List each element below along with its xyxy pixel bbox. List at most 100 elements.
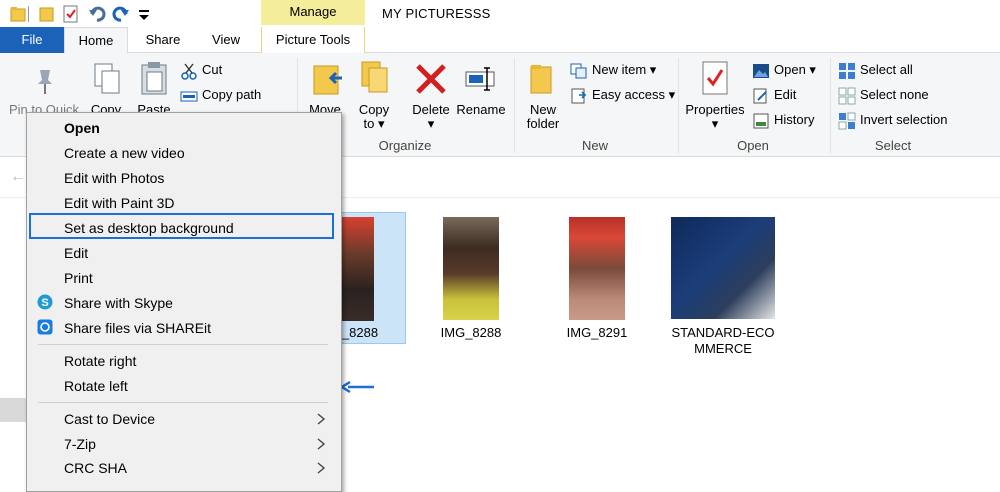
invert-selection-label: Invert selection [860,112,948,127]
select-none-label: Select none [860,87,929,102]
select-none-icon [838,87,856,105]
cut-label: Cut [202,62,223,77]
new-group-label: New [581,138,608,153]
menu-item-share-files-via-shareit[interactable]: Share files via SHAREit [64,317,211,339]
menu-item-edit-with-paint-3d[interactable]: Edit with Paint 3D [64,192,175,214]
delete-x-icon[interactable] [414,62,448,96]
open-group-label: Open [737,138,769,153]
menu-item-rotate-left[interactable]: Rotate left [64,375,128,397]
menu-separator [38,402,328,403]
menu-item-print[interactable]: Print [64,267,93,289]
easy-access-label: Easy access [592,87,665,102]
manage-contextual-tab[interactable]: Manage [261,0,365,25]
select-all-button[interactable]: Select all [838,60,913,80]
easy-access-button[interactable]: Easy access ▾ [570,85,675,105]
file-name-label-line-1: STANDARD-ECO [671,325,775,340]
properties-check-icon[interactable] [62,5,80,23]
edit-button[interactable]: Edit [752,85,796,105]
annotation-arrow-icon [340,380,374,394]
delete-button[interactable]: Delete [408,102,454,117]
menu-item-set-as-desktop-background[interactable]: Set as desktop background [64,217,234,239]
select-none-button[interactable]: Select none [838,85,929,105]
copy-path-icon [180,91,198,102]
file-name-label: IMG_8288 [440,325,502,340]
menu-separator [38,344,328,345]
tab-view[interactable]: View [198,27,254,53]
paste-icon[interactable] [138,60,170,96]
file-thumbnail[interactable] [671,217,775,319]
qat-divider [28,6,29,22]
properties-icon[interactable] [700,60,730,96]
new-item-label: New item [592,62,647,77]
history-button[interactable]: History [752,110,814,130]
select-all-label: Select all [860,62,913,77]
cut-button[interactable]: Cut [180,60,222,80]
invert-selection-button[interactable]: Invert selection [838,110,947,130]
menu-item-create-new-video[interactable]: Create a new video [64,142,185,164]
open-image-icon [753,63,769,78]
copy-to-label-2-text: to [363,116,375,131]
select-all-icon [839,62,855,79]
menu-item-crc-sha[interactable]: CRC SHA [64,457,127,479]
history-label: History [774,112,815,127]
organize-group-label: Organize [378,138,432,153]
chevron-right-icon [317,438,326,450]
copy-path-button[interactable]: Copy path [180,85,261,105]
pin-icon[interactable] [30,66,60,96]
menu-item-rotate-right[interactable]: Rotate right [64,350,136,372]
back-arrow-icon[interactable]: ← [10,168,26,186]
delete-dropdown-chevron[interactable]: ▾ [408,116,454,131]
rename-button[interactable]: Rename [456,102,506,117]
select-group-label: Select [874,138,912,153]
tab-home[interactable]: Home [64,27,128,54]
skype-icon: S [37,294,53,310]
invert-selection-icon [838,112,856,130]
properties-dropdown-chevron[interactable]: ▾ [684,116,746,131]
copy-icon[interactable] [92,62,122,96]
menu-item-edit-with-photos[interactable]: Edit with Photos [64,167,164,189]
scissors-icon [181,63,197,80]
new-folder-icon[interactable] [528,62,556,96]
tab-picture-tools[interactable]: Picture Tools [261,27,365,53]
redo-icon[interactable] [112,5,130,23]
svg-text:S: S [41,297,48,309]
tab-share[interactable]: Share [132,27,194,53]
new-folder-label-1[interactable]: New [520,102,566,117]
file-thumbnail[interactable] [569,217,625,320]
menu-item-7-zip[interactable]: 7-Zip [64,433,96,455]
chevron-right-icon [317,413,326,425]
copy-path-label: Copy path [202,87,262,102]
undo-icon[interactable] [88,5,106,23]
rename-icon[interactable] [464,62,498,96]
new-folder-label-2[interactable]: folder [520,116,566,131]
ribbon-separator [678,58,679,153]
open-button[interactable]: Open ▾ [752,60,816,80]
copy-to-label-2[interactable]: to ▾ [352,116,396,131]
copy-to-label-1[interactable]: Copy [352,102,396,117]
ribbon-separator [830,58,831,153]
history-icon [753,113,769,129]
open-label: Open [774,62,806,77]
menu-item-edit[interactable]: Edit [64,242,88,264]
properties-button[interactable]: Properties [684,102,746,117]
copy-to-icon[interactable] [358,58,392,96]
ribbon-separator [514,58,515,153]
menu-item-cast-to-device[interactable]: Cast to Device [64,408,155,430]
menu-item-open[interactable]: Open [64,117,100,139]
folder-icon[interactable] [38,5,56,23]
file-thumbnail[interactable] [443,217,499,320]
new-item-button[interactable]: New item ▾ [570,60,656,80]
nav-pane-selected-item[interactable] [0,398,26,422]
new-item-icon [570,63,587,79]
edit-pencil-icon [753,88,767,104]
folder-icon[interactable] [10,5,28,23]
tab-file[interactable]: File [0,27,64,53]
menu-item-share-with-skype[interactable]: Share with Skype [64,292,173,314]
shareit-icon [37,319,53,335]
customize-qat-icon[interactable] [136,5,154,23]
file-name-label-line-2: MMERCE [694,341,752,356]
move-to-icon[interactable] [312,60,346,96]
file-name-label: IMG_8291 [566,325,628,340]
window-title: MY PICTURESSS [382,6,491,21]
easy-access-icon [571,88,587,104]
